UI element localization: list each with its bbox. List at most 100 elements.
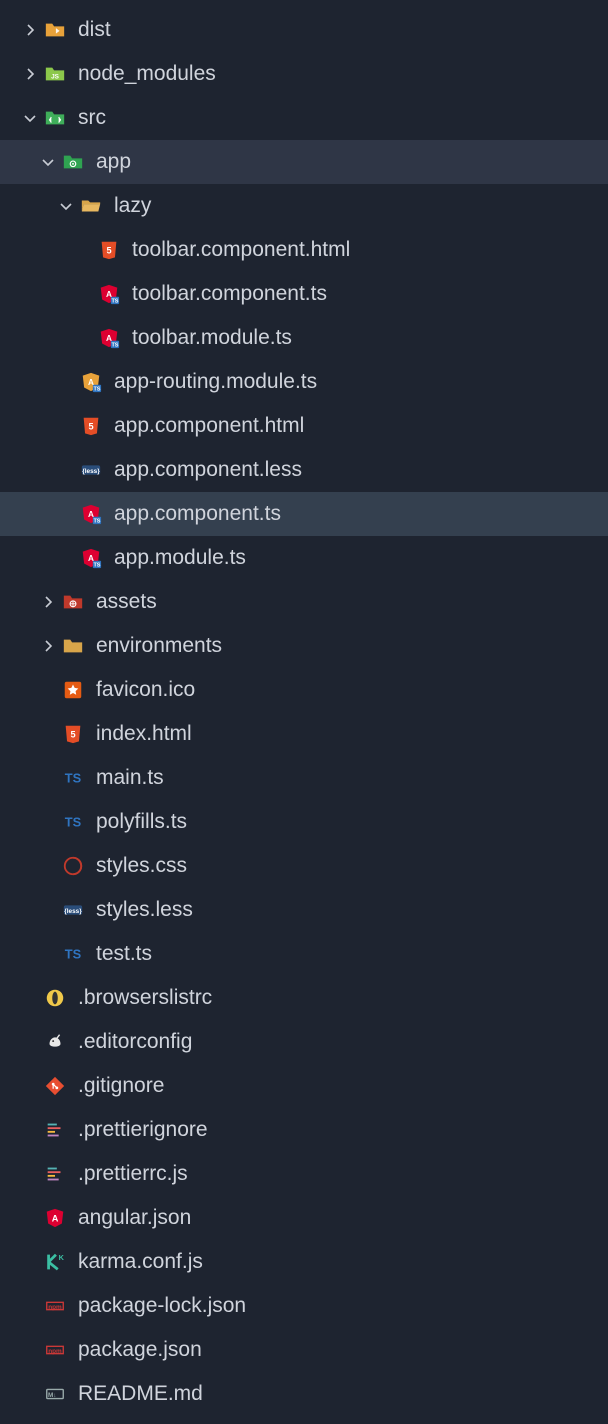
tree-file[interactable]: .prettierignore xyxy=(0,1108,608,1152)
angular-ts-y-icon xyxy=(78,369,104,395)
tree-file[interactable]: favicon.ico xyxy=(0,668,608,712)
tree-item-label: assets xyxy=(96,590,157,614)
chevron-right-icon[interactable] xyxy=(36,594,60,610)
tree-file[interactable]: toolbar.component.html xyxy=(0,228,608,272)
tree-folder[interactable]: dist xyxy=(0,8,608,52)
tree-item-label: .prettierignore xyxy=(78,1118,208,1142)
tree-folder[interactable]: lazy xyxy=(0,184,608,228)
tree-item-label: app-routing.module.ts xyxy=(114,370,317,394)
tree-file[interactable]: app.module.ts xyxy=(0,536,608,580)
tree-item-label: app.component.ts xyxy=(114,502,281,526)
folder-env-icon xyxy=(60,633,86,659)
tree-file[interactable]: README.md xyxy=(0,1372,608,1416)
tree-file[interactable]: app.component.ts xyxy=(0,492,608,536)
tree-item-label: test.ts xyxy=(96,942,152,966)
chevron-right-icon[interactable] xyxy=(18,22,42,38)
css-icon xyxy=(60,853,86,879)
less-icon xyxy=(60,897,86,923)
tree-item-label: app.component.less xyxy=(114,458,302,482)
md-icon xyxy=(42,1381,68,1407)
tree-item-label: main.ts xyxy=(96,766,164,790)
tree-file[interactable]: app.component.less xyxy=(0,448,608,492)
chevron-down-icon[interactable] xyxy=(36,154,60,170)
tree-item-label: angular.json xyxy=(78,1206,191,1230)
folder-yellow-icon xyxy=(42,17,68,43)
chevron-right-icon[interactable] xyxy=(36,638,60,654)
tree-file[interactable]: angular.json xyxy=(0,1196,608,1240)
tree-file[interactable]: .editorconfig xyxy=(0,1020,608,1064)
tree-item-label: polyfills.ts xyxy=(96,810,187,834)
tree-file[interactable]: toolbar.module.ts xyxy=(0,316,608,360)
prettier-icon xyxy=(42,1161,68,1187)
tree-folder[interactable]: environments xyxy=(0,624,608,668)
tree-item-label: dist xyxy=(78,18,111,42)
tree-item-label: toolbar.component.ts xyxy=(132,282,327,306)
tree-item-label: environments xyxy=(96,634,222,658)
angular-ts-icon xyxy=(78,545,104,571)
tree-item-label: src xyxy=(78,106,106,130)
ts-icon xyxy=(60,765,86,791)
tree-file[interactable]: .gitignore xyxy=(0,1064,608,1108)
editorconfig-icon xyxy=(42,1029,68,1055)
tree-file[interactable]: styles.css xyxy=(0,844,608,888)
tree-item-label: .browserslistrc xyxy=(78,986,212,1010)
less-icon xyxy=(78,457,104,483)
favicon-icon xyxy=(60,677,86,703)
ts-icon xyxy=(60,941,86,967)
tree-item-label: app.component.html xyxy=(114,414,304,438)
tree-item-label: package.json xyxy=(78,1338,202,1362)
chevron-right-icon[interactable] xyxy=(18,66,42,82)
tree-item-label: styles.css xyxy=(96,854,187,878)
angular-ts-icon xyxy=(96,281,122,307)
npm-icon xyxy=(42,1293,68,1319)
tree-item-label: node_modules xyxy=(78,62,216,86)
html5-icon xyxy=(78,413,104,439)
tree-folder[interactable]: assets xyxy=(0,580,608,624)
tree-item-label: karma.conf.js xyxy=(78,1250,203,1274)
tree-item-label: toolbar.module.ts xyxy=(132,326,292,350)
tree-folder[interactable]: src xyxy=(0,96,608,140)
angular-ts-icon xyxy=(96,325,122,351)
ts-icon xyxy=(60,809,86,835)
html5-icon xyxy=(60,721,86,747)
tree-item-label: app.module.ts xyxy=(114,546,246,570)
html5-icon xyxy=(96,237,122,263)
prettier-icon xyxy=(42,1117,68,1143)
angular-ts-icon xyxy=(78,501,104,527)
folder-asset-icon xyxy=(60,589,86,615)
tree-item-label: lazy xyxy=(114,194,151,218)
tree-file[interactable]: index.html xyxy=(0,712,608,756)
folder-app-icon xyxy=(60,149,86,175)
browserslist-icon xyxy=(42,985,68,1011)
tree-item-label: styles.less xyxy=(96,898,193,922)
tree-file[interactable]: test.ts xyxy=(0,932,608,976)
tree-file[interactable]: polyfills.ts xyxy=(0,800,608,844)
tree-item-label: toolbar.component.html xyxy=(132,238,350,262)
tree-file[interactable]: package-lock.json xyxy=(0,1284,608,1328)
folder-open-icon xyxy=(78,193,104,219)
tree-item-label: .prettierrc.js xyxy=(78,1162,188,1186)
tree-item-label: package-lock.json xyxy=(78,1294,246,1318)
tree-item-label: README.md xyxy=(78,1382,203,1406)
tree-folder[interactable]: app xyxy=(0,140,608,184)
tree-folder[interactable]: node_modules xyxy=(0,52,608,96)
tree-file[interactable]: app.component.html xyxy=(0,404,608,448)
tree-item-label: .editorconfig xyxy=(78,1030,192,1054)
tree-item-label: index.html xyxy=(96,722,192,746)
tree-file[interactable]: app-routing.module.ts xyxy=(0,360,608,404)
tree-file[interactable]: karma.conf.js xyxy=(0,1240,608,1284)
tree-file[interactable]: .browserslistrc xyxy=(0,976,608,1020)
tree-file[interactable]: package.json xyxy=(0,1328,608,1372)
chevron-down-icon[interactable] xyxy=(54,198,78,214)
tree-item-label: .gitignore xyxy=(78,1074,164,1098)
angular-icon xyxy=(42,1205,68,1231)
tree-file[interactable]: styles.less xyxy=(0,888,608,932)
folder-node-icon xyxy=(42,61,68,87)
chevron-down-icon[interactable] xyxy=(18,110,42,126)
tree-file[interactable]: main.ts xyxy=(0,756,608,800)
tree-item-label: app xyxy=(96,150,131,174)
tree-file[interactable]: toolbar.component.ts xyxy=(0,272,608,316)
folder-src-icon xyxy=(42,105,68,131)
karma-icon xyxy=(42,1249,68,1275)
tree-file[interactable]: .prettierrc.js xyxy=(0,1152,608,1196)
